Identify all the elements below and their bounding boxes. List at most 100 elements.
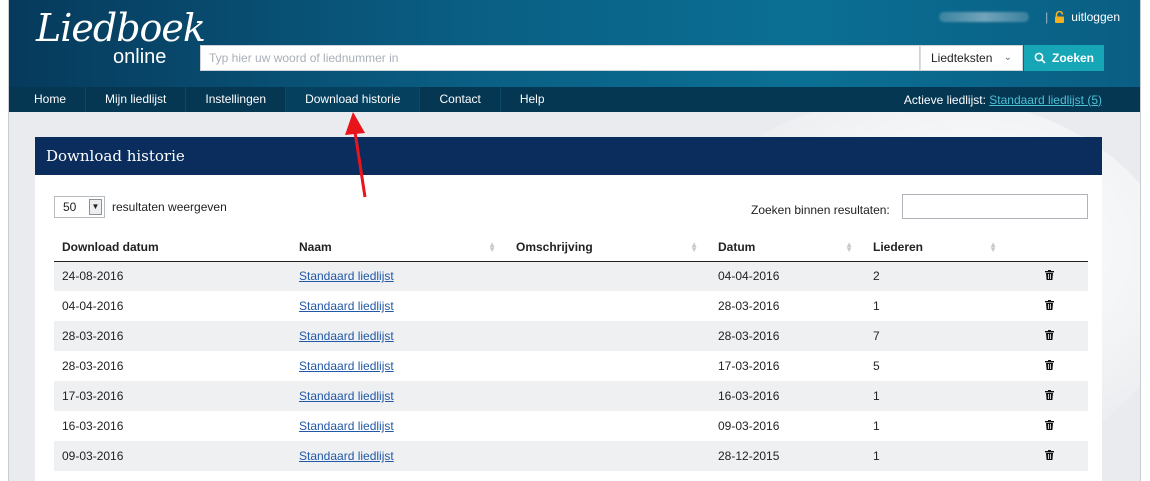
column-header-omschrijving[interactable]: Omschrijving ▲ ▼ — [508, 233, 710, 262]
cell-liederen: 1 — [865, 441, 1009, 471]
nav-item-mijn-liedlijst[interactable]: Mijn liedlijst — [86, 87, 187, 112]
padlock-icon — [1055, 11, 1065, 23]
cell-download-datum: 17-03-2016 — [54, 381, 291, 411]
cell-download-datum-text: 24-08-2016 — [62, 269, 124, 284]
list-name-link[interactable]: Standaard liedlijst — [299, 269, 394, 283]
page-frame: Liedboek online Liedteksten ⌄ Zoeken | u… — [8, 0, 1141, 481]
logo-subtitle[interactable]: online — [113, 46, 166, 68]
trash-icon[interactable] — [1045, 360, 1054, 370]
table-row: 04-04-2016 Standaard liedlijst 28-03-2016 1 — [54, 291, 1088, 321]
cell-download-datum-text: 28-03-2016 — [62, 329, 124, 343]
column-header-naam[interactable]: Naam ▲ ▼ — [291, 233, 508, 262]
table-row: 28-03-2016 Standaard liedlijst 28-03-2016 7 — [54, 321, 1088, 351]
nav-item-contact[interactable]: Contact — [420, 87, 501, 112]
nav-item-instellingen[interactable]: Instellingen — [186, 87, 287, 112]
cell-datum-text: 09-03-2016 — [718, 419, 780, 433]
user-name-redacted — [939, 12, 1030, 22]
trash-icon[interactable] — [1045, 330, 1054, 340]
panel-title: Download historie — [35, 137, 1102, 175]
magnifier-icon — [1034, 52, 1046, 64]
cell-liederen-text: 7 — [873, 329, 880, 343]
cell-download-datum-text: 17-03-2016 — [62, 389, 124, 403]
cell-download-datum: 28-03-2016 — [54, 321, 291, 351]
table-controls: 50 ▼ resultaten weergeven Zoeken binnen … — [35, 175, 1102, 233]
user-separator: | — [1045, 10, 1049, 24]
filter-label: Zoeken binnen resultaten: — [751, 203, 890, 217]
table-row: 24-08-2016 Standaard liedlijst 04-04-2016 2 — [54, 261, 1088, 291]
sort-icon: ▲ ▼ — [690, 240, 698, 254]
page-size-select[interactable]: 50 ▼ — [54, 196, 105, 218]
nav-item-help[interactable]: Help — [501, 87, 564, 112]
trash-icon[interactable] — [1045, 270, 1054, 281]
active-list-link[interactable]: Standaard liedlijst (5) — [989, 93, 1102, 107]
nav-item-download-historie[interactable]: Download historie — [286, 87, 421, 112]
trash-icon[interactable] — [1045, 450, 1054, 460]
table-header-row: Download datum Naam ▲ ▼ Omschrijving ▲ ▼ Dat… — [54, 233, 1088, 262]
list-name-link[interactable]: Standaard liedlijst — [299, 359, 394, 373]
column-header-actions — [1009, 233, 1088, 262]
cell-datum: 28-03-2016 — [710, 291, 865, 321]
chevron-down-icon: ⌄ — [1003, 52, 1012, 63]
download-history-table: Download datum Naam ▲ ▼ Omschrijving ▲ ▼ Dat… — [54, 233, 1088, 471]
table-row: 28-03-2016 Standaard liedlijst 17-03-2016 5 — [54, 351, 1088, 381]
cell-liederen-text: 5 — [873, 359, 880, 373]
cell-download-datum-text: 28-03-2016 — [62, 359, 124, 373]
cell-omschrijving — [508, 381, 710, 411]
cell-naam: Standaard liedlijst — [291, 261, 508, 291]
cell-omschrijving — [508, 291, 710, 321]
active-list-label: Actieve liedlijst: — [903, 92, 986, 107]
cell-actions — [1009, 291, 1088, 321]
column-header-download-datum[interactable]: Download datum — [54, 233, 291, 262]
page-size-value: 50 — [63, 200, 77, 214]
cell-datum: 09-03-2016 — [710, 411, 865, 441]
cell-naam: Standaard liedlijst — [291, 321, 508, 351]
cell-actions — [1009, 321, 1088, 351]
cell-datum-text: 17-03-2016 — [718, 359, 780, 373]
logo-title[interactable]: Liedboek — [36, 6, 206, 50]
table-row: 09-03-2016 Standaard liedlijst 28-12-2015 1 — [54, 441, 1088, 471]
cell-download-datum-text: 16-03-2016 — [62, 419, 124, 433]
cell-actions — [1009, 381, 1088, 411]
logout-link[interactable]: uitloggen — [1071, 10, 1120, 24]
filter-input[interactable] — [902, 194, 1088, 219]
column-header-liederen[interactable]: Liederen ▲ ▼ — [865, 233, 1009, 262]
list-name-link[interactable]: Standaard liedlijst — [299, 329, 394, 343]
cell-omschrijving — [508, 411, 710, 441]
cell-datum-text: 28-03-2016 — [718, 299, 780, 313]
cell-omschrijving — [508, 321, 710, 351]
column-header-datum[interactable]: Datum ▲ ▼ — [710, 233, 865, 262]
trash-icon[interactable] — [1045, 420, 1054, 430]
search-input[interactable] — [200, 45, 920, 71]
cell-liederen-text: 1 — [873, 299, 880, 313]
trash-icon[interactable] — [1045, 390, 1054, 400]
nav-item-home[interactable]: Home — [9, 87, 87, 112]
cell-actions — [1009, 351, 1088, 381]
cell-datum-text: 28-12-2015 — [718, 449, 780, 463]
search-type-select[interactable]: Liedteksten ⌄ — [920, 45, 1023, 71]
cell-liederen: 5 — [865, 351, 1009, 381]
cell-download-datum: 09-03-2016 — [54, 441, 291, 471]
cell-datum: 16-03-2016 — [710, 381, 865, 411]
list-name-link[interactable]: Standaard liedlijst — [299, 419, 394, 433]
cell-liederen-text: 1 — [873, 449, 880, 463]
cell-actions — [1009, 261, 1088, 291]
cell-naam: Standaard liedlijst — [291, 411, 508, 441]
search-button[interactable]: Zoeken — [1024, 45, 1104, 71]
trash-icon[interactable] — [1045, 300, 1054, 310]
cell-liederen: 1 — [865, 381, 1009, 411]
dropdown-arrow-icon: ▼ — [89, 199, 102, 215]
site-header: Liedboek online Liedteksten ⌄ Zoeken | u… — [9, 0, 1140, 87]
cell-datum-text: 04-04-2016 — [718, 269, 780, 284]
cell-naam: Standaard liedlijst — [291, 381, 508, 411]
sort-icon: ▲ ▼ — [989, 240, 997, 254]
cell-liederen: 2 — [865, 261, 1009, 291]
cell-actions — [1009, 441, 1088, 471]
cell-liederen: 1 — [865, 291, 1009, 321]
cell-download-datum-text: 04-04-2016 — [62, 299, 124, 313]
list-name-link[interactable]: Standaard liedlijst — [299, 299, 394, 313]
list-name-link[interactable]: Standaard liedlijst — [299, 389, 394, 403]
list-name-link[interactable]: Standaard liedlijst — [299, 449, 394, 463]
cell-naam: Standaard liedlijst — [291, 291, 508, 321]
cell-datum: 28-03-2016 — [710, 321, 865, 351]
cell-naam: Standaard liedlijst — [291, 351, 508, 381]
